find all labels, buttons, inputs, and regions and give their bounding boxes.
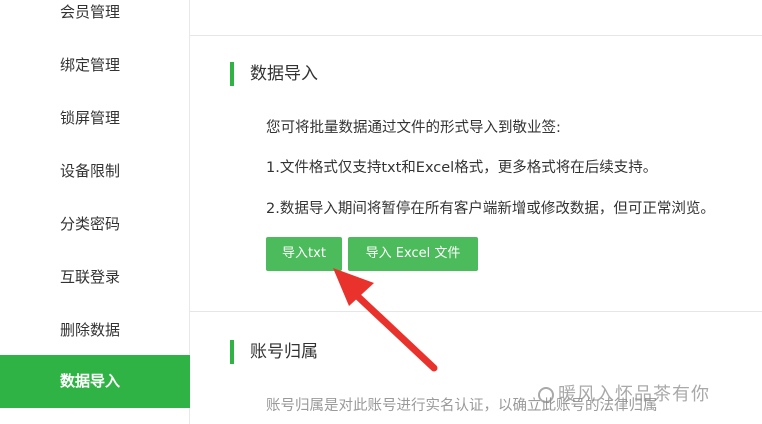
sidebar-item-data-import[interactable]: 数据导入	[0, 355, 190, 408]
sidebar-item-device-limit[interactable]: 设备限制	[0, 145, 190, 198]
import-txt-button[interactable]: 导入txt	[266, 237, 342, 271]
sidebar-item-linked-login[interactable]: 互联登录	[0, 251, 190, 304]
watermark-text: 暖风入怀品茶有你	[558, 384, 710, 405]
import-note-format: 1.文件格式仅支持txt和Excel格式，更多格式将在后续支持。	[266, 160, 658, 176]
section-divider	[190, 311, 762, 312]
main-content: 数据导入 您可将批量数据通过文件的形式导入到敬业签: 1.文件格式仅支持txt和…	[190, 0, 762, 424]
sidebar-item-lockscreen[interactable]: 锁屏管理	[0, 92, 190, 145]
top-divider	[190, 35, 762, 36]
import-note-pause: 2.数据导入期间将暂停在所有客户端新增或修改数据，但可正常浏览。	[266, 201, 715, 217]
import-section-title: 数据导入	[230, 62, 318, 86]
sidebar-item-delete-data[interactable]: 删除数据	[0, 304, 190, 357]
sidebar-item-binding[interactable]: 绑定管理	[0, 39, 190, 92]
import-intro-text: 您可将批量数据通过文件的形式导入到敬业签:	[266, 120, 561, 136]
account-section-title: 账号归属	[230, 340, 318, 364]
watermark: 暖风入怀品茶有你	[538, 380, 710, 406]
sidebar-item-member[interactable]: 会员管理	[0, 0, 190, 39]
sidebar: 会员管理 绑定管理 锁屏管理 设备限制 分类密码 互联登录 删除数据 数据导入	[0, 0, 190, 424]
sidebar-item-category-password[interactable]: 分类密码	[0, 198, 190, 251]
watermark-logo-icon	[538, 387, 554, 403]
import-excel-button[interactable]: 导入 Excel 文件	[348, 237, 478, 271]
